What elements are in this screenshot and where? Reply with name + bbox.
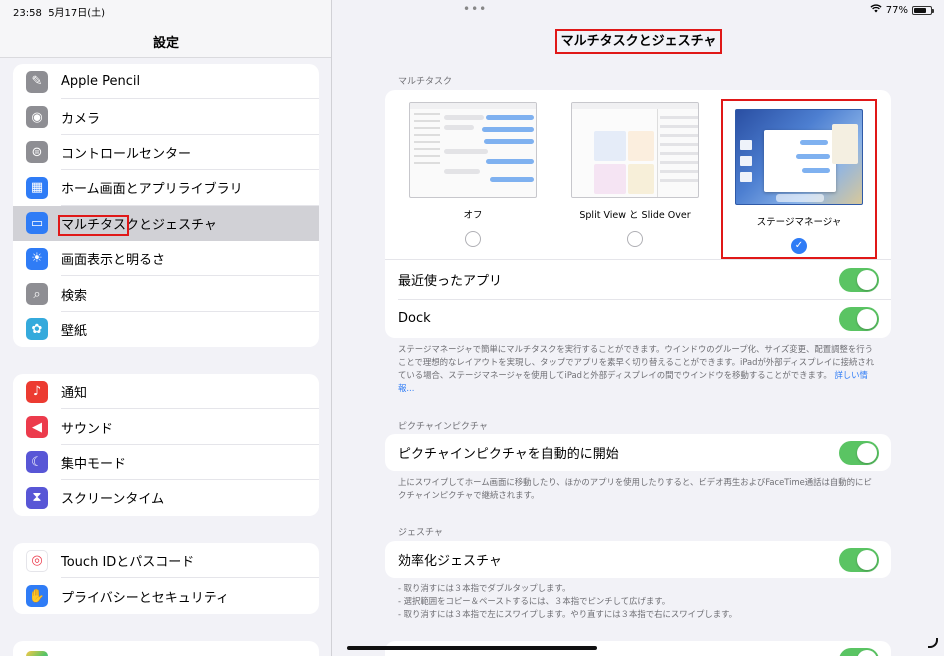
status-right: 77% (870, 4, 934, 16)
dock-label: Dock (398, 311, 431, 326)
sidebar-item-label: 集中モード (61, 456, 127, 472)
sidebar-item[interactable]: ⧗ スクリーンタイム (13, 480, 319, 515)
sidebar-item[interactable]: ▦ ホーム画面とアプリライブラリ (13, 170, 319, 206)
sidebar-item-label: プライバシーとセキュリティ (61, 590, 229, 606)
multitask-dots-icon[interactable]: ••• (463, 2, 487, 16)
recent-apps-toggle[interactable] (839, 267, 879, 292)
sidebar-item-label: ホーム画面とアプリライブラリ (61, 182, 243, 198)
sidebar-item-label: マルチタスクとジェスチャ (57, 214, 217, 236)
fingerprint-icon: ◎ (26, 549, 48, 572)
gesture-note-line: - 取り消すには３本指でダブルタップします。 (398, 583, 571, 593)
status-time: 23:58 5月17日(土) (13, 8, 106, 19)
recent-apps-row: 最近使ったアプリ (385, 260, 891, 299)
home-indicator[interactable] (347, 646, 597, 650)
hand-icon: ✋ (26, 585, 48, 608)
efficient-gestures-label: 効率化ジェスチャ (398, 554, 502, 569)
thumbnail-off (409, 102, 537, 198)
recent-apps-label: 最近使ったアプリ (398, 274, 503, 289)
sidebar-item-label: サウンド (61, 421, 114, 437)
sidebar-item[interactable]: ✋ プライバシーとセキュリティ (13, 578, 319, 613)
section-header-gesture: ジェスチャ (398, 528, 443, 538)
option-stage-manager-label: ステージマネージャ (756, 217, 842, 228)
sun-icon: ☀ (26, 247, 48, 270)
option-off-radio[interactable] (465, 231, 481, 247)
sidebar-item-label: 画面表示と明るさ (61, 253, 166, 269)
option-stage-manager[interactable]: ステージマネージャ ✓ (721, 99, 877, 259)
hourglass-icon: ⧗ (26, 486, 48, 509)
detail-pane: マルチタスクとジェスチャ マルチタスク オフ Split View と Slid… (333, 0, 944, 656)
pip-auto-row: ピクチャインピクチャを自動的に開始 (385, 434, 891, 471)
sidebar-item-label: 通知 (61, 386, 88, 402)
sidebar-item[interactable]: ♪ 通知 (13, 374, 319, 410)
dock-row: Dock (385, 299, 891, 338)
sidebar-item[interactable]: ▭ マルチタスクとジェスチャ (13, 205, 319, 241)
home-screen-icon: ▦ (26, 176, 48, 199)
app-icon-partial (26, 651, 48, 656)
page-title: マルチタスクとジェスチャ (333, 29, 944, 54)
sidebar-item-label: Apple Pencil (61, 74, 141, 90)
search-icon: ⌕ (26, 283, 48, 306)
battery-percent: 77% (885, 4, 908, 16)
efficient-gestures-row: 効率化ジェスチャ (385, 541, 891, 578)
section-header-multitask: マルチタスク (398, 77, 453, 87)
section-header-pip: ピクチャインピクチャ (398, 422, 488, 432)
thumbnail-stage-manager (735, 109, 863, 205)
sidebar-item[interactable]: ◀ サウンド (13, 409, 319, 446)
pencil-icon: ✎ (26, 70, 48, 93)
pip-card: ピクチャインピクチャを自動的に開始 (385, 434, 891, 471)
sidebar-group-notifications: ♪ 通知 ◀ サウンド ☾ 集中モード ⧗ スクリーンタイム (13, 374, 319, 516)
bell-icon: ♪ (26, 380, 48, 403)
checkmark-icon: ✓ (794, 240, 804, 251)
pip-auto-label: ピクチャインピクチャを自動的に開始 (398, 447, 619, 462)
sidebar-item[interactable]: ☀ 画面表示と明るさ (13, 241, 319, 277)
sidebar: 設定 ✎ Apple Pencil ◉ カメラ ⊜ コントロールセンター ▦ ホーム画面とアプ… (0, 0, 332, 656)
multitask-options: オフ Split View と Slide Over ステージマネージャ ✓ (385, 90, 891, 260)
wallpaper-icon: ✿ (26, 318, 48, 341)
battery-icon (912, 5, 934, 15)
option-split-view-radio[interactable] (627, 231, 643, 247)
sidebar-item-label: スクリーンタイム (61, 492, 165, 508)
toggles-icon: ⊜ (26, 141, 48, 164)
thumbnail-split-view (571, 102, 699, 198)
sidebar-item-label: カメラ (61, 111, 101, 127)
partial-toggle[interactable] (839, 648, 879, 656)
sidebar-item[interactable]: ◎ Touch IDとパスコード (13, 543, 319, 579)
gesture-note-line: - 取り消すには３本指で左にスワイプします。やり直すには３本指で右にスワイプしま… (398, 609, 738, 619)
pip-note: 上にスワイプしてホーム画面に移動したり、ほかのアプリを使用したりすると、ビデオ再… (398, 477, 872, 500)
sidebar-title: 設定 (152, 36, 179, 51)
efficient-gestures-toggle[interactable] (839, 547, 879, 572)
wifi-icon (870, 4, 882, 16)
pip-auto-toggle[interactable] (839, 440, 879, 465)
sidebar-item-label: コントロールセンター (61, 146, 192, 162)
sidebar-item[interactable]: ⌕ 検索 (13, 276, 319, 313)
dock-toggle[interactable] (839, 306, 879, 331)
option-stage-manager-radio[interactable]: ✓ (791, 238, 807, 254)
option-split-view[interactable]: Split View と Slide Over (565, 102, 705, 252)
option-off[interactable]: オフ (403, 102, 543, 252)
gesture-card: 効率化ジェスチャ (385, 541, 891, 578)
speaker-icon: ◀ (26, 416, 48, 439)
gesture-note-line: - 選択範囲をコピー＆ペーストするには、３本指でピンチして広げます。 (398, 596, 671, 606)
multitask-card: オフ Split View と Slide Over ステージマネージャ ✓ 最… (385, 90, 891, 338)
sidebar-item[interactable]: ◉ カメラ (13, 99, 319, 136)
stage-manager-note: ステージマネージャで簡単にマルチタスクを実行することができます。ウインドウのグル… (398, 344, 875, 393)
multitask-icon: ▭ (26, 212, 48, 235)
sidebar-item-label: 壁紙 (61, 323, 88, 339)
sidebar-group-security: ◎ Touch IDとパスコード ✋ プライバシーとセキュリティ (13, 543, 319, 614)
sidebar-item-label: Touch IDとパスコード (61, 555, 195, 571)
gesture-notes: - 取り消すには３本指でダブルタップします。 - 選択範囲をコピー＆ペーストする… (398, 582, 878, 621)
sidebar-group-partial (13, 641, 319, 656)
option-off-label: オフ (463, 210, 483, 221)
status-bar: 23:58 5月17日(土) ••• 77% (0, 0, 944, 20)
sidebar-group-display: ✎ Apple Pencil ◉ カメラ ⊜ コントロールセンター ▦ ホーム画面とアプリライ… (13, 64, 319, 348)
sidebar-item[interactable]: ⊜ コントロールセンター (13, 135, 319, 171)
sidebar-item[interactable]: ☾ 集中モード (13, 445, 319, 481)
sidebar-item-label: 検索 (61, 288, 88, 304)
camera-icon: ◉ (26, 106, 48, 129)
sidebar-item[interactable]: ✎ Apple Pencil (13, 64, 319, 100)
sidebar-item[interactable]: ✿ 壁紙 (13, 312, 319, 347)
option-split-view-label: Split View と Slide Over (579, 210, 691, 221)
moon-icon: ☾ (26, 451, 48, 474)
